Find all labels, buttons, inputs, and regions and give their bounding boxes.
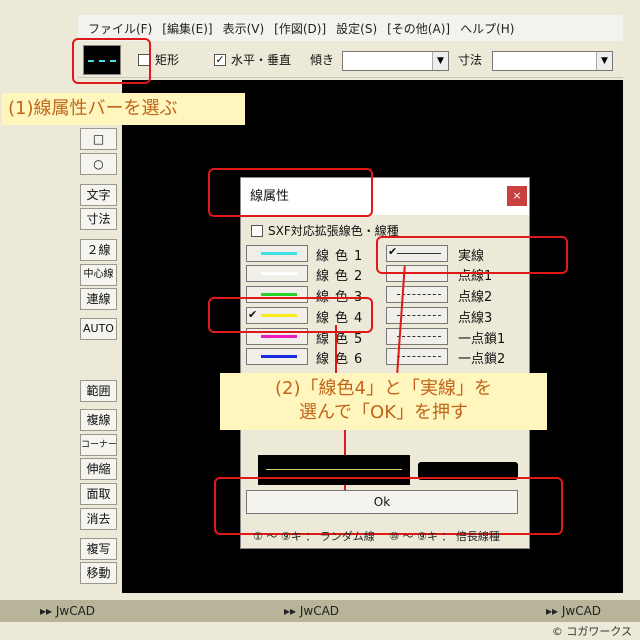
type-button-chain1[interactable]	[386, 328, 448, 345]
tool-corner[interactable]: コーナー	[80, 434, 117, 456]
sxf-option[interactable]: SXF対応拡張線色・線種	[251, 222, 399, 239]
tool-erase[interactable]: 消去	[80, 508, 117, 530]
menu-settings[interactable]: 設定(S)	[336, 20, 377, 37]
tool-move[interactable]: 移動	[80, 562, 117, 584]
rect-label: 矩形	[155, 53, 180, 67]
type-button-chain2[interactable]	[386, 348, 448, 365]
tool-center-line[interactable]: 中心線	[80, 264, 117, 286]
menu-help[interactable]: ヘルプ(H)	[460, 20, 514, 37]
hv-option[interactable]: ✓ 水平・垂直	[214, 51, 291, 68]
angle-combo[interactable]: ▼	[342, 51, 449, 71]
color-button-1[interactable]	[246, 245, 308, 262]
callout-step1: (1)線属性バーを選ぶ	[2, 93, 245, 125]
menu-bar: ファイル(F) [編集(E)] 表示(V) [作図(D)] 設定(S) [その他…	[78, 15, 623, 41]
bottom-label-center: ▸▸ JwCAD	[284, 604, 340, 618]
tool-circle[interactable]: ○	[80, 153, 117, 175]
type-label-4: 点線3	[458, 311, 493, 326]
tool-double-line[interactable]: ２線	[80, 239, 117, 261]
highlight-dialog-title	[208, 168, 373, 217]
color-button-6[interactable]	[246, 348, 308, 365]
menu-draw[interactable]: [作図(D)]	[274, 20, 326, 37]
type-button-dot3[interactable]	[386, 307, 448, 324]
dialog-footer: ① ～ ⑨キ ： ランダム線 ⑩ ～ ⑨キ ： 倍長線種	[253, 530, 500, 543]
callout-step2-line2: 選んで「OK」を押す	[298, 402, 469, 423]
angle-label: 傾き	[310, 53, 335, 67]
hv-checkbox[interactable]: ✓	[214, 53, 226, 66]
tool-copy[interactable]: 複写	[80, 538, 117, 560]
bottom-label-right: ▸▸ JwCAD	[546, 604, 602, 618]
highlight-color4	[208, 297, 373, 333]
menu-edit[interactable]: [編集(E)]	[162, 20, 212, 37]
type-label-3: 点線2	[458, 290, 493, 305]
menu-file[interactable]: ファイル(F)	[88, 20, 152, 37]
menu-view[interactable]: 表示(V)	[223, 20, 265, 37]
chevron-down-icon[interactable]: ▼	[596, 52, 612, 70]
tool-range[interactable]: 範囲	[80, 380, 117, 402]
tool-text[interactable]: 文字	[80, 184, 117, 206]
callout-step2-line1: (2)「線色4」と「実線」を	[275, 378, 492, 399]
type-label-6: 一点鎖2	[458, 352, 506, 367]
copyright: © コガワークス	[551, 625, 632, 638]
bottom-bar: ▸▸ JwCAD ▸▸ JwCAD ▸▸ JwCAD	[0, 600, 640, 622]
close-icon[interactable]: ×	[507, 186, 527, 206]
type-button-dot2[interactable]	[386, 286, 448, 303]
highlight-line-bar	[72, 38, 151, 84]
color-button-2[interactable]	[246, 265, 308, 282]
color-label-2: 線色2	[316, 269, 369, 284]
sxf-checkbox[interactable]	[251, 224, 263, 237]
menu-other[interactable]: [その他(A)]	[387, 20, 450, 37]
bottom-label-left: ▸▸ JwCAD	[40, 604, 96, 618]
highlight-ok	[214, 477, 563, 535]
tool-extend[interactable]: 伸縮	[80, 458, 117, 480]
dim-combo[interactable]: ▼	[492, 51, 613, 71]
tool-dimension[interactable]: 寸法	[80, 208, 117, 230]
color-label-6: 線色6	[316, 352, 369, 367]
tool-parallel[interactable]: 複線	[80, 409, 117, 431]
dim-label: 寸法	[458, 53, 483, 67]
arrow-to-color4	[335, 325, 337, 373]
callout-step2: (2)「線色4」と「実線」を 選んで「OK」を押す	[220, 373, 547, 430]
type-label-5: 一点鎖1	[458, 332, 506, 347]
chevron-down-icon[interactable]: ▼	[432, 52, 448, 70]
tool-continuous-line[interactable]: 連線	[80, 288, 117, 310]
tool-auto[interactable]: AUTO	[80, 318, 117, 340]
tool-rectangle[interactable]: □	[80, 128, 117, 150]
hv-label: 水平・垂直	[231, 53, 292, 67]
color-label-1: 線色1	[316, 249, 369, 264]
tool-chamfer[interactable]: 面取	[80, 483, 117, 505]
